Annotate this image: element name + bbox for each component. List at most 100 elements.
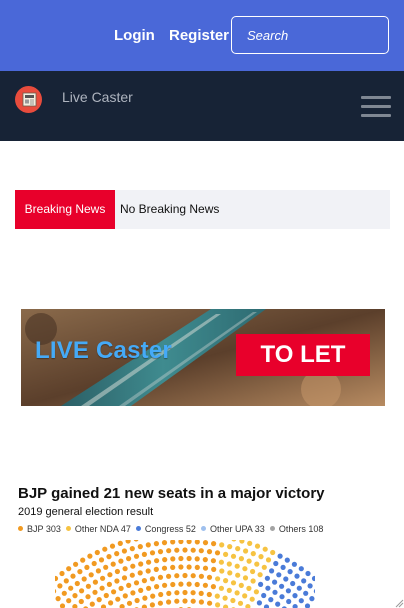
seat-dot: [261, 564, 267, 570]
seat-dot: [59, 570, 65, 577]
seat-dot: [313, 589, 315, 594]
seat-dot: [253, 589, 259, 595]
seat-dot: [210, 558, 216, 564]
seat-dot: [273, 560, 279, 567]
seat-dot: [277, 553, 283, 559]
seat-dot: [296, 585, 302, 591]
legend-item: Congress 52: [135, 524, 196, 534]
top-bar: Login Register: [0, 0, 404, 71]
seat-dot: [92, 589, 98, 595]
to-let-button[interactable]: TO LET: [236, 334, 370, 376]
seat-dot: [303, 590, 309, 596]
seat-dot: [115, 596, 121, 602]
seat-dot: [190, 573, 196, 579]
seat-dot: [117, 540, 123, 546]
seat-dot: [80, 557, 86, 563]
resize-grip-icon[interactable]: [394, 598, 404, 608]
seat-dot: [287, 569, 293, 575]
seat-dot: [182, 547, 188, 553]
seat-dot: [170, 581, 176, 588]
seat-dot: [137, 544, 143, 550]
seat-dot: [126, 582, 132, 588]
seat-dot: [254, 561, 260, 567]
seat-dot: [103, 592, 109, 599]
search-input[interactable]: [231, 16, 389, 54]
seat-dot: [145, 568, 151, 574]
article-headline[interactable]: BJP gained 21 new seats in a major victo…: [18, 485, 388, 502]
parliament-chart: [55, 540, 315, 608]
seat-dot: [246, 558, 252, 564]
seat-dot: [211, 541, 217, 547]
seat-dot: [190, 598, 196, 604]
seat-dot: [55, 589, 57, 594]
seat-dot: [153, 566, 159, 572]
seat-dot: [223, 551, 229, 557]
seat-dot: [250, 568, 256, 575]
seat-dot: [194, 564, 200, 570]
seat-dot: [138, 561, 144, 567]
hamburger-menu-icon[interactable]: [361, 96, 391, 118]
seat-dot: [149, 576, 155, 582]
seat-dot: [226, 561, 232, 567]
seat-dot: [106, 554, 112, 560]
legend-dot: [269, 526, 275, 532]
seat-dot: [118, 558, 124, 564]
seat-dot: [275, 601, 281, 607]
seat-dot: [286, 598, 292, 605]
site-name[interactable]: Live Caster: [62, 89, 133, 105]
seat-dot: [258, 554, 264, 560]
seat-dot: [186, 564, 192, 570]
seat-dot: [110, 561, 116, 567]
seat-dot: [154, 584, 160, 590]
seat-dot: [194, 540, 200, 545]
seat-dot: [126, 556, 132, 562]
seat-dot: [206, 549, 213, 555]
seat-dot: [149, 602, 155, 608]
seat-dot: [149, 550, 156, 556]
seat-dot: [256, 600, 262, 606]
seat-dot: [292, 604, 298, 608]
seat-dot: [129, 546, 135, 552]
seat-dot: [81, 576, 87, 582]
seat-dot: [257, 572, 263, 578]
seat-dot: [298, 598, 304, 604]
legend-dot: [18, 526, 23, 532]
seat-dot: [63, 578, 69, 584]
seat-dot: [202, 582, 208, 588]
seat-dot: [142, 595, 148, 601]
seat-dot: [178, 564, 184, 570]
seat-dot: [207, 600, 213, 606]
seat-dot: [111, 589, 117, 595]
seat-dot: [243, 548, 249, 554]
seat-dot: [141, 578, 147, 584]
seat-dot: [126, 600, 133, 606]
chart-legend: BJP 303 Other NDA 47 Congress 52 Other UPA …: [18, 524, 328, 534]
seat-dot: [237, 600, 244, 606]
newspaper-icon[interactable]: [15, 86, 42, 113]
seat-dot: [307, 583, 313, 589]
seat-dot: [284, 557, 290, 563]
ticker-text: No Breaking News: [120, 202, 220, 216]
seat-dot: [85, 594, 91, 600]
seat-dot: [98, 557, 105, 563]
seat-dot: [141, 604, 147, 608]
seat-dot: [174, 547, 180, 553]
register-link[interactable]: Register: [169, 27, 229, 44]
login-link[interactable]: Login: [114, 27, 155, 44]
seat-dot: [202, 565, 209, 571]
seat-dot: [186, 540, 192, 545]
seat-dot: [215, 602, 221, 608]
seat-dot: [268, 597, 274, 603]
seat-dot: [150, 593, 156, 599]
seat-dot: [74, 580, 80, 587]
seat-dot: [91, 560, 97, 567]
legend-dot: [135, 526, 141, 532]
advertisement-banner[interactable]: LIVE Caster TO LET: [21, 309, 385, 406]
seat-dot: [178, 555, 184, 562]
seat-dot: [121, 548, 127, 554]
seat-dot: [66, 566, 72, 572]
seat-dot: [272, 579, 278, 585]
seat-dot: [107, 572, 113, 578]
seat-dot: [170, 540, 176, 545]
seat-dot: [186, 555, 192, 562]
